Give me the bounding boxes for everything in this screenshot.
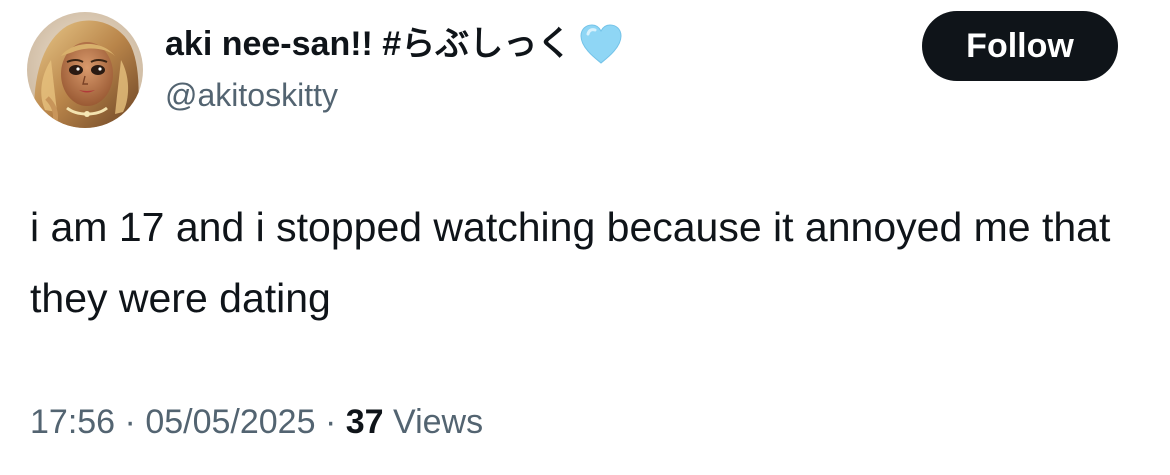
views-label: Views xyxy=(393,403,484,441)
light-blue-heart-icon xyxy=(580,24,622,64)
tweet-card: aki nee-san!! #らぶしっく @akitoskitty Follow… xyxy=(0,0,1170,475)
display-name[interactable]: aki nee-san!! #らぶしっく xyxy=(165,20,625,68)
follow-button[interactable]: Follow xyxy=(922,11,1118,81)
tweet-meta: 17:56 · 05/05/2025 · 37 Views xyxy=(30,398,483,446)
tweet-date[interactable]: 05/05/2025 xyxy=(145,403,315,441)
user-handle[interactable]: @akitoskitty xyxy=(165,73,338,117)
meta-separator: · xyxy=(324,403,337,441)
views-count: 37 xyxy=(345,403,384,441)
tweet-text: i am 17 and i stopped watching because i… xyxy=(30,204,1111,321)
avatar[interactable] xyxy=(27,12,143,128)
meta-separator: · xyxy=(124,403,136,441)
display-name-text: aki nee-san!! #らぶしっく xyxy=(165,25,572,63)
tweet-time[interactable]: 17:56 xyxy=(30,403,115,441)
avatar-image xyxy=(27,12,143,128)
